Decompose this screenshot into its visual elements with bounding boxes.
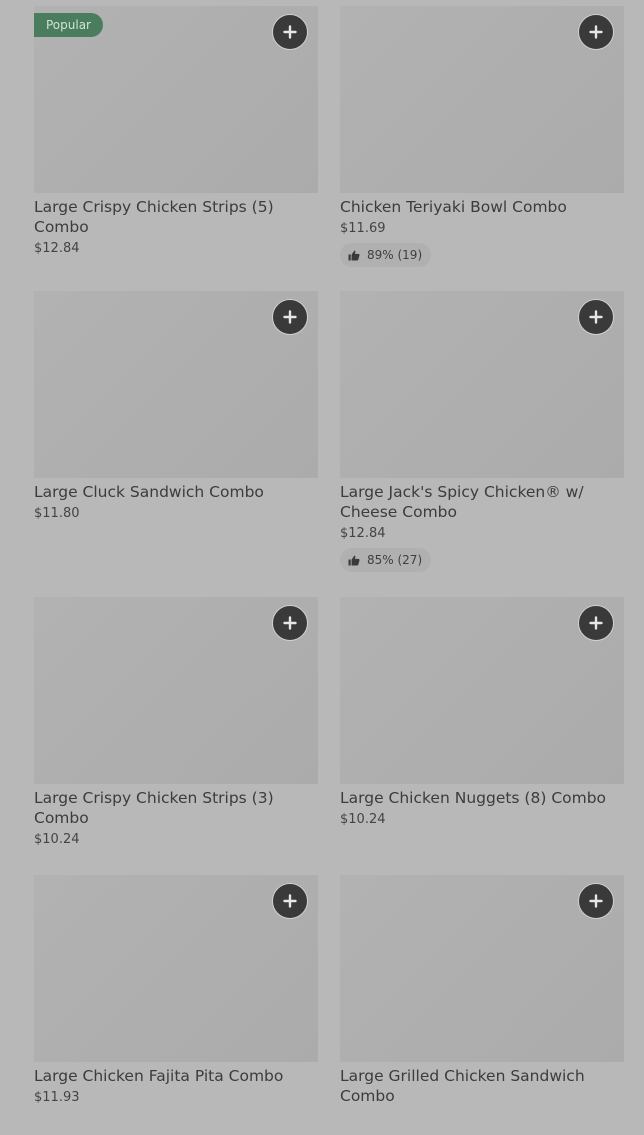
menu-item-image[interactable] — [34, 291, 318, 478]
menu-item-price: $10.24 — [340, 812, 386, 827]
add-to-cart-button[interactable] — [272, 883, 308, 919]
add-to-cart-button[interactable] — [272, 14, 308, 50]
menu-item-price: $10.24 — [34, 832, 80, 847]
menu-item-image[interactable]: Popular — [34, 6, 318, 193]
plus-icon — [589, 894, 603, 908]
menu-item-card[interactable]: Popular Large Crispy Chicken Strips (5) … — [34, 6, 318, 291]
menu-item-image[interactable] — [340, 875, 624, 1062]
plus-icon — [589, 616, 603, 630]
menu-row: Large Cluck Sandwich Combo $11.80 Large … — [34, 291, 624, 597]
menu-item-card[interactable]: Chicken Teriyaki Bowl Combo $11.69 89% (… — [340, 6, 624, 291]
menu-item-card[interactable]: Large Cluck Sandwich Combo $11.80 — [34, 291, 318, 597]
menu-item-price: $12.84 — [34, 241, 80, 256]
plus-icon — [589, 25, 603, 39]
menu-item-name[interactable]: Chicken Teriyaki Bowl Combo — [340, 197, 624, 217]
menu-item-card[interactable]: Large Grilled Chicken Sandwich Combo — [340, 875, 624, 1135]
rating-text: 85% (27) — [367, 553, 423, 567]
add-to-cart-button[interactable] — [578, 883, 614, 919]
menu-item-price: $11.80 — [34, 506, 80, 521]
popular-badge: Popular — [34, 13, 103, 37]
rating-pill: 85% (27) — [340, 548, 432, 572]
menu-item-price: $11.69 — [340, 221, 386, 236]
menu-item-image[interactable] — [340, 597, 624, 784]
add-to-cart-button[interactable] — [272, 605, 308, 641]
add-to-cart-button[interactable] — [578, 14, 614, 50]
menu-item-card[interactable]: Large Chicken Fajita Pita Combo $11.93 — [34, 875, 318, 1135]
plus-icon — [283, 616, 297, 630]
menu-item-price: $11.93 — [34, 1090, 80, 1105]
menu-row: Large Crispy Chicken Strips (3) Combo $1… — [34, 597, 624, 875]
menu-item-card[interactable]: Large Jack's Spicy Chicken® w/ Cheese Co… — [340, 291, 624, 597]
menu-item-image[interactable] — [34, 597, 318, 784]
menu-item-name[interactable]: Large Chicken Nuggets (8) Combo — [340, 788, 624, 808]
menu-row: Large Chicken Fajita Pita Combo $11.93 L… — [34, 875, 624, 1135]
menu-item-name[interactable]: Large Jack's Spicy Chicken® w/ Cheese Co… — [340, 482, 624, 522]
plus-icon — [589, 310, 603, 324]
menu-item-image[interactable] — [340, 6, 624, 193]
thumbs-up-icon — [348, 250, 360, 260]
menu-item-image[interactable] — [340, 291, 624, 478]
menu-item-image[interactable] — [34, 875, 318, 1062]
menu-item-card[interactable]: Large Chicken Nuggets (8) Combo $10.24 — [340, 597, 624, 875]
menu-item-name[interactable]: Large Grilled Chicken Sandwich Combo — [340, 1066, 624, 1106]
add-to-cart-button[interactable] — [272, 299, 308, 335]
rating-pill: 89% (19) — [340, 243, 432, 267]
menu-item-name[interactable]: Large Cluck Sandwich Combo — [34, 482, 318, 502]
menu-item-name[interactable]: Large Crispy Chicken Strips (5) Combo — [34, 197, 318, 237]
menu-item-name[interactable]: Large Crispy Chicken Strips (3) Combo — [34, 788, 318, 828]
menu-item-grid: Popular Large Crispy Chicken Strips (5) … — [34, 6, 624, 1135]
add-to-cart-button[interactable] — [578, 605, 614, 641]
menu-item-name[interactable]: Large Chicken Fajita Pita Combo — [34, 1066, 318, 1086]
menu-row: Popular Large Crispy Chicken Strips (5) … — [34, 6, 624, 291]
menu-item-card[interactable]: Large Crispy Chicken Strips (3) Combo $1… — [34, 597, 318, 875]
menu-item-price: $12.84 — [340, 526, 386, 541]
thumbs-up-icon — [348, 555, 360, 565]
plus-icon — [283, 310, 297, 324]
add-to-cart-button[interactable] — [578, 299, 614, 335]
plus-icon — [283, 25, 297, 39]
rating-text: 89% (19) — [367, 248, 423, 262]
plus-icon — [283, 894, 297, 908]
